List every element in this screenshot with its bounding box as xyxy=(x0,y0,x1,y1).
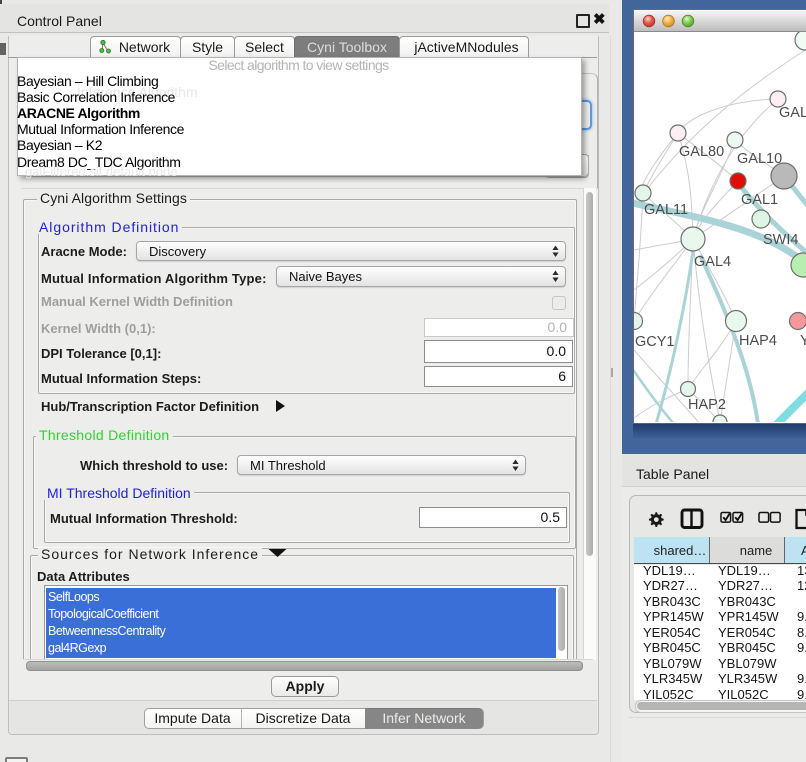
svg-text:GAL1: GAL1 xyxy=(741,192,778,208)
svg-text:SWI4: SWI4 xyxy=(763,232,798,248)
svg-text:GAL80: GAL80 xyxy=(679,144,724,160)
svg-text:GAL7: GAL7 xyxy=(779,105,806,121)
svg-text:GAL4: GAL4 xyxy=(694,254,731,270)
svg-text:HAP4: HAP4 xyxy=(739,333,777,349)
svg-text:GAL10: GAL10 xyxy=(737,151,782,167)
svg-text:Y: Y xyxy=(800,333,806,349)
svg-text:HAP2: HAP2 xyxy=(688,397,726,413)
svg-text:GCY1: GCY1 xyxy=(635,334,675,350)
svg-text:GAL11: GAL11 xyxy=(644,202,688,218)
